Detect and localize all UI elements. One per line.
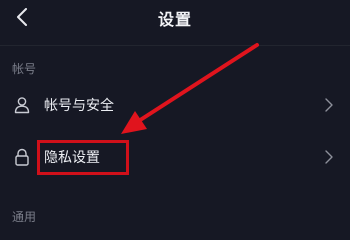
settings-item-account-security[interactable]: 帐号与安全 xyxy=(0,85,350,125)
chevron-right-icon xyxy=(325,150,333,164)
user-icon xyxy=(14,97,30,114)
top-bar: 设置 xyxy=(0,0,350,36)
page-title: 设置 xyxy=(157,10,192,29)
chevron-right-icon xyxy=(325,98,333,112)
header-divider xyxy=(0,45,350,46)
settings-item-label: 帐号与安全 xyxy=(44,98,114,114)
section-header-general: 通用 xyxy=(12,210,37,224)
section-header-account: 帐号 xyxy=(12,62,37,76)
highlight-box xyxy=(37,140,129,175)
lock-icon xyxy=(15,148,29,166)
